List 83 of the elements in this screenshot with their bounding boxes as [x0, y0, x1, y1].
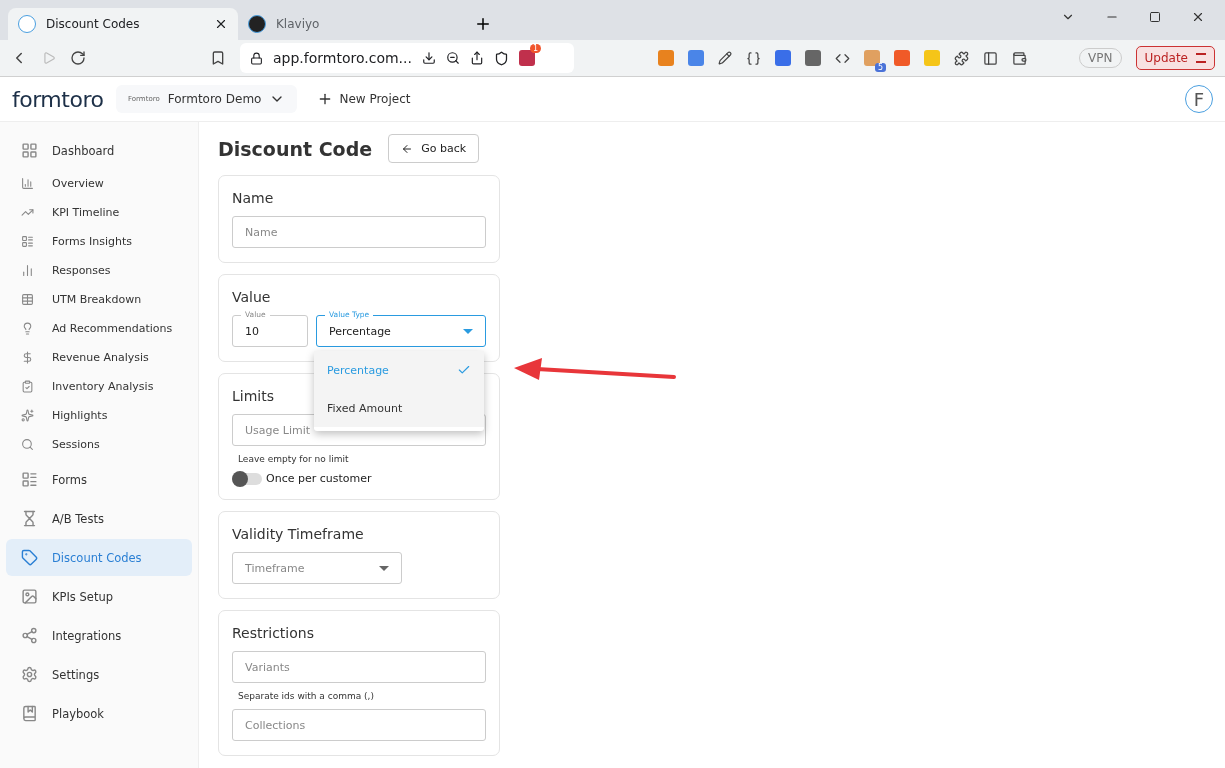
sidebar-icon[interactable]	[983, 50, 998, 66]
toggle-switch[interactable]	[232, 472, 262, 485]
sidebar-item[interactable]: Ad Recommendations	[6, 314, 192, 343]
bar-chart-icon	[21, 177, 34, 190]
count-badge: 5	[874, 63, 886, 72]
update-button[interactable]: Update	[1135, 46, 1215, 70]
tag-icon	[21, 549, 38, 566]
check-icon	[457, 363, 471, 377]
sidebar-item[interactable]: KPI Timeline	[6, 198, 192, 227]
name-field[interactable]: Name	[232, 216, 486, 248]
browser-tab[interactable]: Discount Codes	[8, 8, 238, 40]
helper-text: Leave empty for no limit	[237, 454, 350, 464]
notification-badge: 1	[529, 44, 541, 53]
timeframe-select[interactable]: Timeframe	[232, 552, 402, 584]
wallet-icon[interactable]	[1012, 50, 1027, 66]
lock-icon	[250, 51, 263, 65]
sidebar-item[interactable]: Forms	[6, 461, 192, 498]
reload-icon[interactable]	[70, 50, 86, 66]
card-title: Name	[232, 190, 275, 206]
sidebar-item[interactable]: Overview	[6, 169, 192, 198]
braces-icon[interactable]	[746, 50, 761, 66]
arrow-left-icon	[401, 142, 414, 155]
lightbulb-icon	[21, 322, 34, 335]
sidebar-item[interactable]: Playbook	[6, 695, 192, 732]
collections-field[interactable]: Collections	[232, 709, 486, 741]
list-icon	[21, 235, 34, 248]
puzzle-icon[interactable]	[954, 50, 969, 66]
sparkle-line-icon	[21, 409, 34, 422]
dropdown-option[interactable]: Fixed Amount	[314, 389, 484, 427]
card-title: Value	[232, 289, 272, 305]
pencil-icon[interactable]	[718, 51, 732, 65]
helper-text: Separate ids with a comma (,)	[237, 691, 375, 701]
sidebar-item[interactable]: KPIs Setup	[6, 578, 192, 615]
image-icon	[21, 588, 38, 605]
address-bar[interactable]: app.formtoro.com... 1	[240, 43, 574, 73]
card-title: Limits	[232, 388, 275, 404]
search-icon	[21, 438, 34, 451]
table-icon	[21, 293, 34, 306]
browser-tab[interactable]: Klaviyo	[238, 8, 468, 40]
sidebar-item[interactable]: Forms Insights	[6, 227, 192, 256]
favicon-icon	[18, 15, 36, 33]
caret-icon	[379, 565, 389, 571]
variants-field[interactable]: Variants	[232, 651, 486, 683]
clipboard-icon	[21, 380, 34, 393]
close-icon[interactable]	[214, 17, 228, 31]
new-tab-icon[interactable]	[474, 15, 492, 33]
settings-icon	[21, 666, 38, 683]
share-icon	[21, 627, 38, 644]
go-back-button[interactable]: Go back	[388, 134, 480, 163]
bookmark-icon	[21, 705, 38, 722]
menu-icon	[1196, 53, 1206, 63]
sidebar-item[interactable]: Sessions	[6, 430, 192, 459]
sidebar-item[interactable]: UTM Breakdown	[6, 285, 192, 314]
sidebar-item[interactable]: Dashboard	[6, 132, 192, 169]
hourglass-icon	[21, 510, 38, 527]
maximize-icon[interactable]	[1149, 11, 1161, 23]
grid-icon	[21, 142, 38, 159]
card-title: Validity Timeframe	[232, 526, 365, 542]
url-text: app.formtoro.com...	[273, 50, 412, 66]
toggle-label: Once per customer	[266, 472, 372, 485]
close-icon[interactable]	[1191, 10, 1205, 24]
card-title: Restrictions	[232, 625, 315, 641]
sidebar-item[interactable]: Integrations	[6, 617, 192, 654]
favicon-icon	[248, 15, 266, 33]
trend-line-icon	[21, 206, 34, 219]
list-icon	[21, 471, 38, 488]
share-icon[interactable]	[469, 51, 484, 65]
caret-icon	[463, 328, 473, 334]
download-icon[interactable]	[421, 51, 436, 65]
sidebar-item[interactable]: Highlights	[6, 401, 192, 430]
bookmark-icon[interactable]	[210, 50, 226, 66]
sidebar-item[interactable]: Discount Codes	[6, 539, 192, 576]
new-project-button[interactable]: New Project	[311, 90, 417, 108]
sidebar-item[interactable]: Inventory Analysis	[6, 372, 192, 401]
sidebar-item[interactable]: A/B Tests	[6, 500, 192, 537]
sidebar-item[interactable]: Settings	[6, 656, 192, 693]
dollar-icon	[21, 351, 34, 364]
sidebar-item[interactable]: Responses	[6, 256, 192, 285]
logo-text: formtoro	[12, 86, 102, 112]
bar-chart-icon	[21, 264, 34, 277]
zoom-out-icon[interactable]	[445, 51, 460, 65]
page-title: Discount Code	[218, 137, 373, 160]
sidebar-item[interactable]: Revenue Analysis	[6, 343, 192, 372]
